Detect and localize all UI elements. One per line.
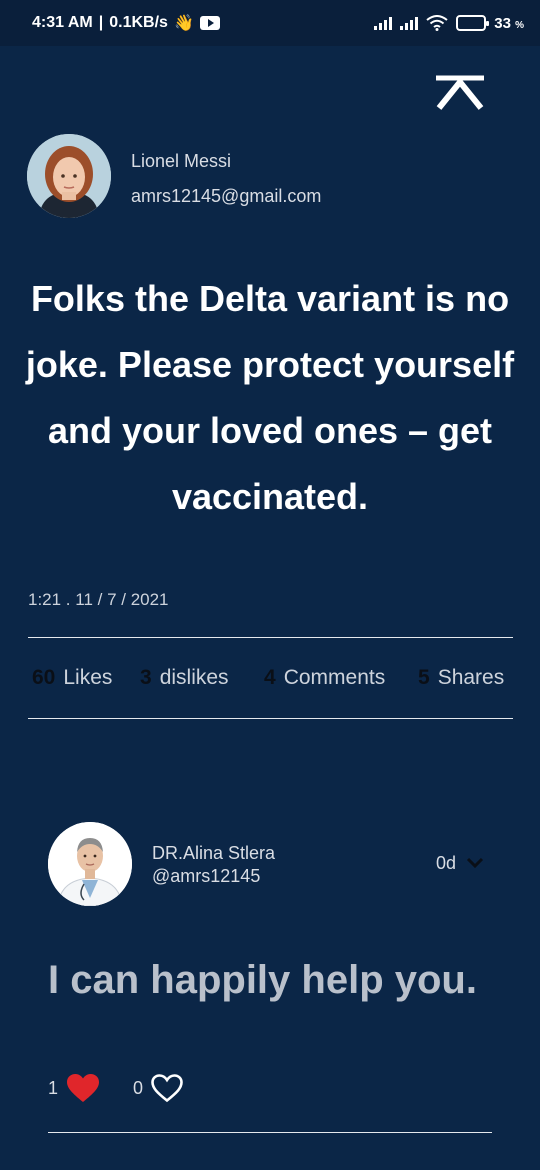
status-separator: | [98, 14, 104, 31]
youtube-icon [199, 16, 220, 30]
post-text: Folks the Delta variant is no joke. Plea… [25, 278, 515, 517]
comment-like-count: 1 [48, 1078, 59, 1098]
battery-percent: 33 % [494, 14, 524, 32]
divider [48, 1132, 492, 1133]
comment-age: 0d [436, 853, 457, 873]
dislikes-count: 3 [140, 666, 152, 689]
wave-hand-icon: 👋 [173, 15, 194, 32]
heart-outline-icon[interactable] [150, 1073, 184, 1103]
shares-count: 5 [418, 666, 430, 689]
status-bar: 4:31 AM | 0.1KB/s 👋 33 % [0, 0, 540, 46]
likes-stat[interactable]: 60 Likes [32, 666, 112, 690]
heart-filled-icon[interactable] [66, 1073, 100, 1103]
dislikes-stat[interactable]: 3 dislikes [140, 666, 229, 690]
comments-label: Comments [283, 666, 386, 689]
likes-count: 60 [32, 666, 56, 689]
battery-icon [456, 15, 490, 31]
comment-dislike-count: 0 [133, 1078, 144, 1098]
post-detail-screen: 4:31 AM | 0.1KB/s 👋 33 % Lionel Messi am… [0, 0, 540, 1170]
collapse-icon[interactable] [433, 70, 487, 114]
commenter-avatar[interactable] [48, 822, 132, 906]
wifi-icon [426, 15, 448, 31]
comments-count: 4 [264, 666, 276, 689]
dislikes-label: dislikes [159, 666, 229, 689]
signal-icon-2 [400, 16, 419, 30]
comments-stat[interactable]: 4 Comments [264, 666, 385, 690]
commenter-name[interactable]: DR.Alina Stlera [152, 843, 275, 864]
comment-text: I can happily help you. [48, 958, 477, 1002]
signal-icon [374, 16, 393, 30]
status-speed: 0.1KB/s [109, 14, 168, 31]
chevron-down-icon[interactable] [466, 856, 484, 869]
shares-label: Shares [437, 666, 505, 689]
commenter-handle: @amrs12145 [152, 866, 261, 886]
status-left: 4:31 AM | 0.1KB/s 👋 [32, 13, 220, 33]
author-avatar[interactable] [27, 134, 111, 218]
divider [28, 718, 513, 719]
author-name[interactable]: Lionel Messi [131, 151, 231, 172]
author-email: amrs12145@gmail.com [131, 186, 322, 206]
shares-stat[interactable]: 5 Shares [418, 666, 504, 690]
post-timestamp: 1:21 . 11 / 7 / 2021 [28, 590, 169, 609]
status-right: 33 % [374, 15, 524, 32]
status-time: 4:31 AM [32, 14, 93, 31]
divider [28, 637, 513, 638]
likes-label: Likes [63, 666, 113, 689]
